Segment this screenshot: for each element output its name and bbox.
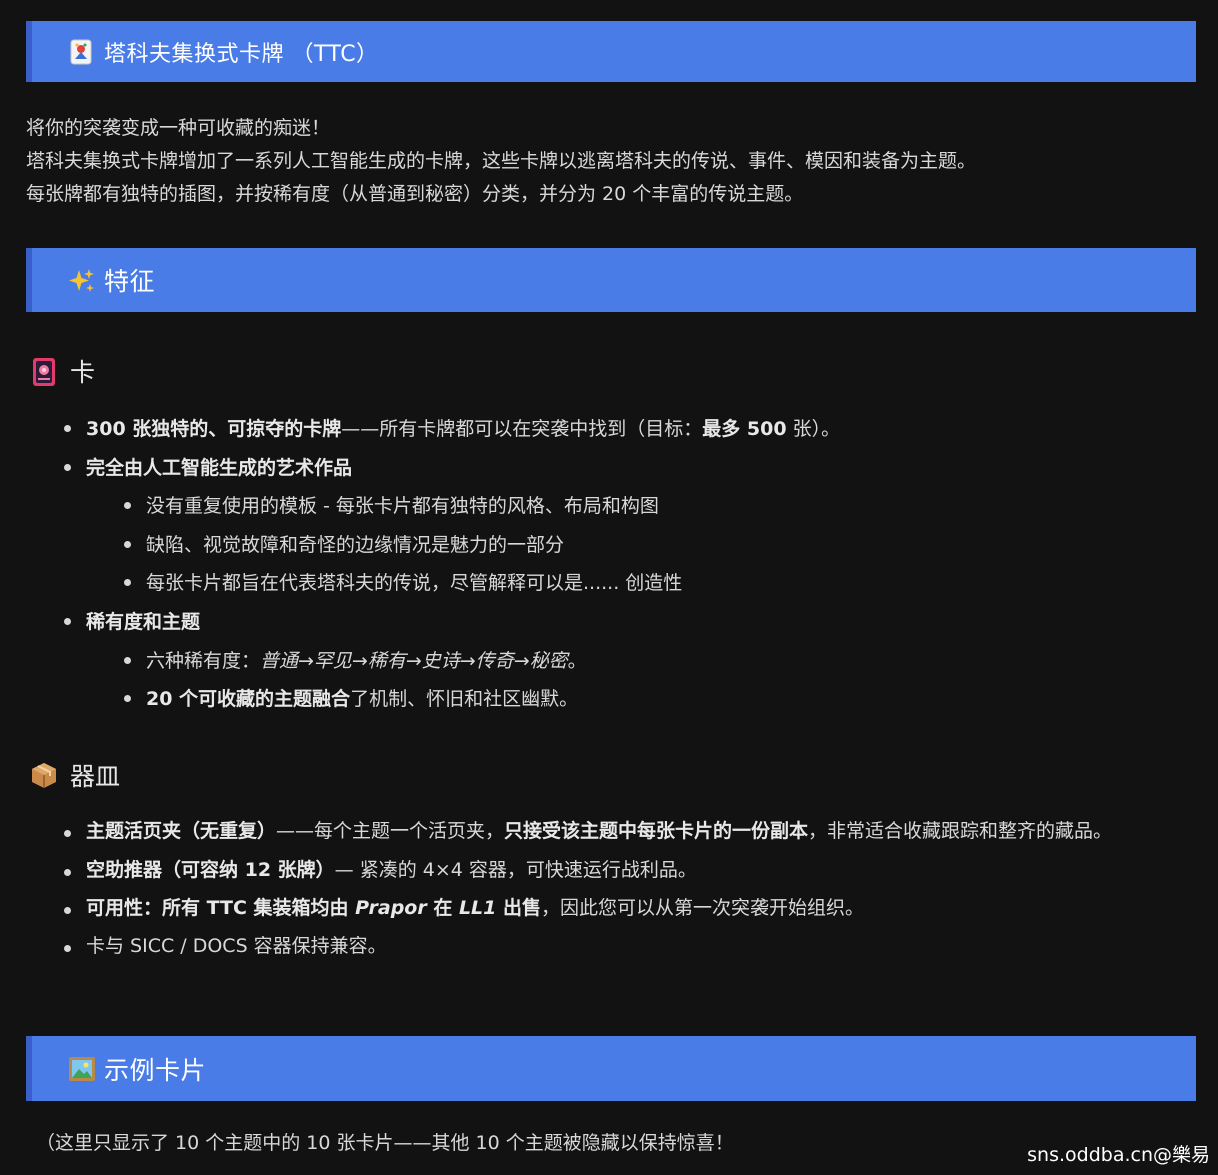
sub-list: 六种稀有度：普通→罕见→稀有→史诗→传奇→秘密。 20 个可收藏的主题融合了机制… bbox=[86, 642, 1184, 719]
sub-list-text: 。 bbox=[567, 649, 587, 672]
list-item: 300 张独特的、可掠夺的卡牌——所有卡牌都可以在突袭中找到（目标：最多 500… bbox=[64, 410, 1184, 449]
watermark: sns.oddba.cn@樂易 bbox=[1027, 1144, 1210, 1166]
framed-picture-icon bbox=[68, 1056, 95, 1082]
list-item: 完全由人工智能生成的艺术作品 没有重复使用的模板 - 每张卡片都有独特的风格、布… bbox=[64, 449, 1184, 603]
intro-line-2: 塔科夫集换式卡牌增加了一系列人工智能生成的卡牌，这些卡牌以逃离塔科夫的传说、事件… bbox=[26, 150, 977, 172]
list-item-text: ——所有卡牌都可以在突袭中找到（目标： bbox=[341, 418, 703, 440]
sample-cards-note: （这里只显示了 10 个主题中的 10 张卡片——其他 10 个主题被隐藏以保持… bbox=[36, 1132, 734, 1154]
list-item-bold: 空助推器（可容纳 12 张牌） bbox=[86, 859, 335, 881]
trader-name: Prapor bbox=[355, 897, 427, 919]
list-item: 空助推器（可容纳 12 张牌）— 紧凑的 4×4 容器，可快速运行战利品。 bbox=[64, 854, 1184, 886]
list-item: 主题活页夹（无重复）——每个主题一个活页夹，只接受该主题中每张卡片的一份副本，非… bbox=[64, 815, 1184, 847]
list-item-bold: 只接受该主题中每张卡片的一份副本 bbox=[504, 820, 809, 842]
list-item-bold: 最多 500 bbox=[702, 418, 787, 440]
flower-playing-card-icon bbox=[30, 357, 58, 386]
section-title-features: 特征 bbox=[104, 267, 156, 296]
subheading-vessels: 器皿 bbox=[30, 757, 120, 793]
sub-list-text: 六种稀有度： bbox=[146, 649, 261, 672]
list-item-bold: 可用性：所有 TTC 集装箱均由 bbox=[86, 897, 356, 919]
package-icon bbox=[30, 761, 58, 789]
list-item-bold: 主题活页夹（无重复） bbox=[86, 820, 277, 842]
list-item-bold: 稀有度和主题 bbox=[86, 610, 201, 633]
list-item-text: ，因此您可以从第一次突袭开始组织。 bbox=[541, 897, 865, 919]
sub-list-item: 每张卡片都旨在代表塔科夫的传说，尽管解释可以是...... 创造性 bbox=[124, 564, 1184, 603]
list-item-bold: 在 bbox=[426, 897, 459, 919]
sub-list-item: 没有重复使用的模板 - 每张卡片都有独特的风格、布局和构图 bbox=[124, 487, 1184, 526]
rarity-chain: 普通→罕见→稀有→史诗→传奇→秘密 bbox=[260, 649, 568, 672]
list-item-bold: 完全由人工智能生成的艺术作品 bbox=[86, 456, 353, 479]
subheading-vessels-title: 器皿 bbox=[70, 762, 121, 791]
intro-line-3: 每张牌都有独特的插图，并按稀有度（从普通到秘密）分类，并分为 20 个丰富的传说… bbox=[26, 183, 804, 205]
subheading-cards: 卡 bbox=[30, 353, 95, 389]
subheading-cards-title: 卡 bbox=[70, 358, 96, 387]
intro-text: 将你的突袭变成一种可收藏的痴迷！ 塔科夫集换式卡牌增加了一系列人工智能生成的卡牌… bbox=[26, 112, 1196, 211]
section-title-sample-cards: 示例卡片 bbox=[104, 1055, 207, 1085]
list-item-text: ——每个主题一个活页夹， bbox=[276, 820, 505, 842]
list-item-bold: 出售 bbox=[496, 897, 542, 919]
section-title-ttc: 塔科夫集换式卡牌 （TTC） bbox=[104, 41, 379, 67]
vessels-feature-list: 主题活页夹（无重复）——每个主题一个活页夹，只接受该主题中每张卡片的一份副本，非… bbox=[64, 815, 1184, 968]
sub-list-text: 了机制、怀旧和社区幽默。 bbox=[350, 688, 579, 711]
sub-list: 没有重复使用的模板 - 每张卡片都有独特的风格、布局和构图 缺陷、视觉故障和奇怪… bbox=[86, 487, 1184, 603]
section-header-sample-cards: 示例卡片 bbox=[26, 1036, 1196, 1101]
intro-line-1: 将你的突袭变成一种可收藏的痴迷！ bbox=[26, 117, 331, 139]
section-header-features: 特征 bbox=[26, 248, 1196, 312]
loyalty-level: LL1 bbox=[458, 897, 497, 919]
list-item-bold: 300 张独特的、可掠夺的卡牌 bbox=[86, 418, 342, 440]
sub-list-item: 缺陷、视觉故障和奇怪的边缘情况是魅力的一部分 bbox=[124, 526, 1184, 565]
section-header-ttc: 塔科夫集换式卡牌 （TTC） bbox=[26, 21, 1196, 82]
list-item-text: — 紧凑的 4×4 容器，可快速运行战利品。 bbox=[334, 859, 697, 881]
list-item: 卡与 SICC / DOCS 容器保持兼容。 bbox=[64, 930, 1184, 962]
list-item-text: 卡与 SICC / DOCS 容器保持兼容。 bbox=[86, 935, 387, 957]
list-item: 稀有度和主题 六种稀有度：普通→罕见→稀有→史诗→传奇→秘密。 20 个可收藏的… bbox=[64, 603, 1184, 719]
sub-list-item: 20 个可收藏的主题融合了机制、怀旧和社区幽默。 bbox=[124, 680, 1184, 719]
list-item: 可用性：所有 TTC 集装箱均由 Prapor 在 LL1 出售，因此您可以从第… bbox=[64, 892, 1184, 924]
sub-list-item: 六种稀有度：普通→罕见→稀有→史诗→传奇→秘密。 bbox=[124, 642, 1184, 681]
cards-feature-list: 300 张独特的、可掠夺的卡牌——所有卡牌都可以在突袭中找到（目标：最多 500… bbox=[64, 410, 1184, 719]
list-item-text: ，非常适合收藏跟踪和整齐的藏品。 bbox=[808, 820, 1113, 842]
sub-list-bold: 20 个可收藏的主题融合 bbox=[146, 688, 351, 711]
list-item-text: 张）。 bbox=[786, 418, 841, 440]
sparkles-icon bbox=[68, 267, 94, 293]
joker-card-icon bbox=[68, 39, 94, 65]
